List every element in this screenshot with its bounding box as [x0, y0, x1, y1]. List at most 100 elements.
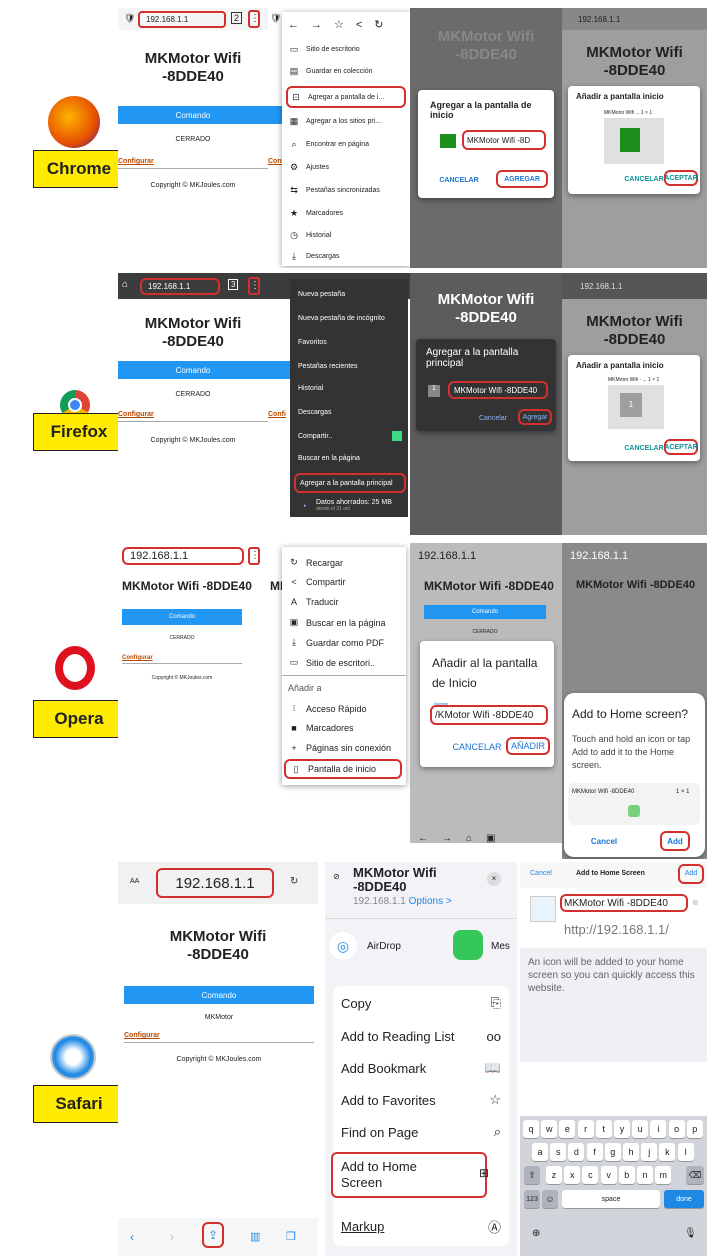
close-icon[interactable]: ×	[487, 872, 501, 886]
confirm-cancel[interactable]: Cancel	[584, 833, 624, 849]
share-options[interactable]: Options >	[409, 896, 452, 907]
menu-item-5[interactable]: Descargas	[298, 409, 331, 416]
menu-item-0[interactable]: ↻ Recargar	[288, 557, 343, 568]
share-item-find[interactable]: Find on Page ⌕	[333, 1116, 509, 1148]
menu-item-0[interactable]: ▭ Sitio de escritorio	[288, 44, 360, 55]
r2-key-2[interactable]: d	[568, 1143, 585, 1161]
r1-key-4[interactable]: t	[595, 1120, 612, 1138]
comando-button[interactable]: Comando	[118, 361, 268, 379]
r3-key-3[interactable]: v	[600, 1166, 617, 1184]
shift-key[interactable]: ⇧	[524, 1166, 540, 1184]
configurar-link[interactable]: Configurar	[118, 158, 154, 165]
confirm-accept[interactable]: ACEPTAR	[664, 170, 698, 186]
r1-key-7[interactable]: i	[650, 1120, 667, 1138]
confirm-cancel[interactable]: CANCELAR	[624, 172, 664, 186]
space-key[interactable]: space	[562, 1190, 660, 1208]
r3-key-2[interactable]: c	[582, 1166, 599, 1184]
r1-key-1[interactable]: w	[541, 1120, 558, 1138]
comando-button[interactable]: Comando	[124, 986, 314, 1004]
r2-key-3[interactable]: f	[586, 1143, 603, 1161]
menu-item-add-home[interactable]: ⊡ Agregar a pantalla de i...	[286, 86, 406, 108]
menu-item-2[interactable]: Favoritos	[298, 339, 327, 346]
comando-button[interactable]: Comando	[122, 609, 242, 625]
url-bar[interactable]: 192.168.1.1	[138, 11, 226, 28]
url-bar[interactable]: 192.168.1.1	[122, 547, 244, 565]
menu-item-5[interactable]: ⚙ Ajustes	[288, 162, 329, 173]
r2-key-8[interactable]: l	[677, 1143, 694, 1161]
cancel-button[interactable]: Cancel	[530, 870, 552, 877]
menu-item-4[interactable]: ⌕ Encontrar en página	[288, 139, 369, 150]
forward-icon[interactable]: ›	[170, 1230, 174, 1244]
share-icon[interactable]: ⇪	[202, 1222, 224, 1248]
home-icon[interactable]: ⌂	[122, 279, 128, 290]
menu-item-1[interactable]: < Compartir	[288, 577, 345, 587]
menu-item-2[interactable]: A Traducir	[288, 597, 339, 607]
menu-item-0[interactable]: Nueva pestaña	[298, 291, 345, 298]
configurar-link[interactable]: Configurar	[118, 411, 154, 418]
menu-item-4[interactable]: Historial	[298, 385, 323, 392]
menu-item-7[interactable]: ★ Marcadores	[288, 208, 343, 219]
r2-key-7[interactable]: k	[659, 1143, 676, 1161]
menu2-item-0[interactable]: ⁝ Acceso Rápido	[288, 703, 367, 714]
menu-item-3[interactable]: ▣ Buscar en la página	[288, 617, 386, 628]
numbers-key[interactable]: 123	[524, 1190, 540, 1208]
share-item-bookmark[interactable]: Add Bookmark 📖	[333, 1052, 509, 1084]
share-item-markup[interactable]: Markup Ⓐ	[333, 1210, 509, 1242]
menu-item-5[interactable]: ▭ Sitio de escritori..	[288, 657, 375, 668]
share-item-reading[interactable]: Add to Reading List oo	[333, 1020, 509, 1052]
menu-item-8[interactable]: ◷ Historial	[288, 230, 331, 241]
cancel-button[interactable]: CANCELAR	[450, 739, 504, 755]
r1-key-6[interactable]: u	[632, 1120, 649, 1138]
cancel-button[interactable]: CANCELAR	[434, 172, 484, 188]
menu-item-3[interactable]: Pestañas recientes	[298, 363, 358, 370]
menu-item-3[interactable]: ▦ Agregar a los sitios pri...	[288, 116, 381, 127]
menu-item-1[interactable]: ▤ Guardar en colección	[288, 66, 373, 77]
menu-item-6[interactable]: ⇆ Pestañas sincronizadas	[288, 185, 380, 196]
confirm-add[interactable]: Add	[660, 831, 690, 851]
menu-item-9[interactable]: ⤓ Descargas	[288, 251, 339, 262]
back-icon[interactable]: ‹	[130, 1230, 134, 1244]
share-item-add-home[interactable]: Add to Home Screen	[331, 1152, 487, 1198]
comando-button[interactable]: Comando	[118, 106, 268, 124]
done-key[interactable]: done	[664, 1190, 704, 1208]
menu-item-1[interactable]: Nueva pestaña de incógnito	[298, 315, 385, 322]
name-input[interactable]: /KMotor Wifi -8DDE40	[430, 705, 548, 725]
configurar-link[interactable]: Configurar	[124, 1032, 160, 1039]
share-item-copy[interactable]: Copy ⎘	[333, 986, 509, 1020]
tabs-icon[interactable]: 3	[228, 279, 239, 290]
airdrop-icon[interactable]: ◎	[329, 932, 357, 960]
clear-icon[interactable]: ⊗	[692, 898, 699, 907]
add-button[interactable]: AGREGAR	[496, 170, 548, 188]
r3-key-0[interactable]: z	[546, 1166, 562, 1184]
url-bar[interactable]: 192.168.1.1	[156, 868, 274, 898]
r2-key-0[interactable]: a	[532, 1143, 548, 1161]
delete-key[interactable]: ⌫	[686, 1166, 704, 1184]
add-button[interactable]: Agregar	[518, 409, 552, 425]
globe-icon[interactable]: ⊕	[532, 1228, 540, 1239]
r1-key-9[interactable]: p	[686, 1120, 703, 1138]
menu-item-4[interactable]: ⤓ Guardar como PDF	[288, 637, 384, 648]
name-input[interactable]: MKMotor Wifi -8D	[462, 130, 546, 150]
r2-key-5[interactable]: h	[623, 1143, 639, 1161]
bookmarks-icon[interactable]: ▥	[250, 1230, 260, 1243]
menu-item-6[interactable]: Compartir..	[298, 431, 402, 441]
reload-icon[interactable]: ↻	[290, 876, 298, 887]
emoji-key[interactable]: ☺	[542, 1190, 558, 1208]
r1-key-2[interactable]: e	[559, 1120, 576, 1138]
add-button[interactable]: Add	[678, 864, 704, 884]
url-bar[interactable]: 192.168.1.1	[140, 278, 220, 295]
menu2-item-2[interactable]: + Páginas sin conexión	[288, 743, 391, 753]
menu-dots-icon[interactable]: ⋮	[248, 547, 260, 565]
r2-key-4[interactable]: g	[604, 1143, 621, 1161]
text-size-button[interactable]: AA	[130, 878, 139, 885]
r3-key-4[interactable]: b	[618, 1166, 635, 1184]
r3-key-5[interactable]: n	[637, 1166, 653, 1184]
name-input[interactable]: MKMotor Wifi -8DDE40	[448, 381, 548, 399]
name-input[interactable]: MKMotor Wifi -8DDE40	[560, 894, 688, 912]
configurar-link[interactable]: Configurar	[122, 655, 153, 661]
cancel-button[interactable]: Cancelar	[476, 411, 510, 425]
messages-icon[interactable]	[453, 930, 483, 960]
r1-key-5[interactable]: y	[614, 1120, 630, 1138]
r1-key-0[interactable]: q	[523, 1120, 539, 1138]
menu-item-7[interactable]: Buscar en la página	[298, 455, 360, 462]
